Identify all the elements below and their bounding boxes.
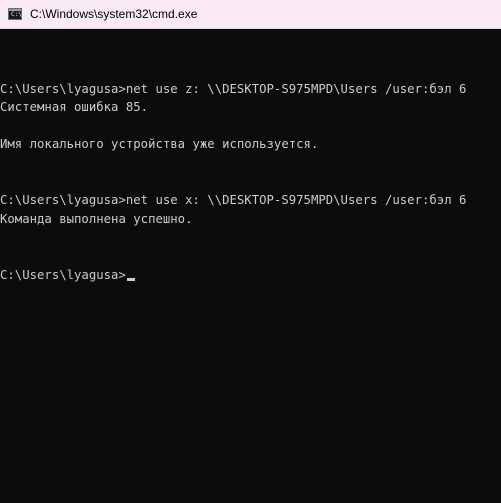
title-bar[interactable]: C:\ C:\Windows\system32\cmd.exe [0, 0, 501, 29]
console-line-device-in-use: Имя локального устройства уже использует… [0, 137, 319, 152]
console-line-system-error: Системная ошибка 85. [0, 100, 149, 115]
console-prompt-line[interactable]: C:\Users\lyagusa> [0, 266, 501, 285]
text-cursor [126, 277, 135, 281]
console-output[interactable]: C:\Users\lyagusa>net use z: \\DESKTOP-S9… [0, 29, 501, 503]
console-line-command-net-use-z: C:\Users\lyagusa>net use z: \\DESKTOP-S9… [0, 81, 467, 96]
cmd-window: C:\ C:\Windows\system32\cmd.exe C:\Users… [0, 0, 501, 503]
console-line-success: Команда выполнена успешно. [0, 211, 193, 226]
cmd-console-icon[interactable]: C:\ [8, 8, 22, 20]
window-title: C:\Windows\system32\cmd.exe [30, 7, 198, 21]
prompt-text: C:\Users\lyagusa> [0, 267, 126, 282]
console-line-command-net-use-x: C:\Users\lyagusa>net use x: \\DESKTOP-S9… [0, 193, 467, 208]
icon-prompt-glyph: C:\ [11, 11, 22, 18]
